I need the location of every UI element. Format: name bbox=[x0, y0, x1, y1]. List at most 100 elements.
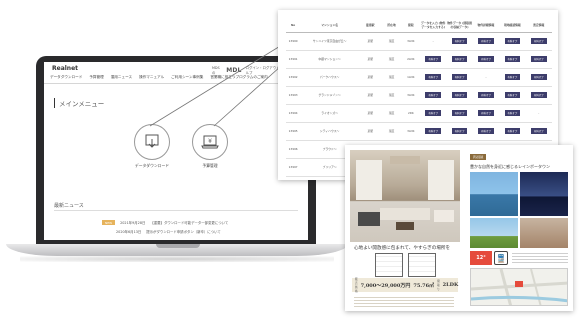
cell-option: 有料オプ bbox=[499, 86, 526, 105]
option-button[interactable]: 有料オプ bbox=[504, 92, 521, 98]
option-button[interactable]: 有料オプ bbox=[478, 128, 494, 134]
cell-area: 某区 bbox=[381, 68, 402, 87]
flyer-right-page: 周辺環境 豊かな自然を身近に感じるレインボータウン 12° 🚆 bbox=[466, 150, 570, 310]
cell-no: 13996 bbox=[286, 140, 301, 159]
cell-option: 有料オプ bbox=[446, 122, 473, 141]
cell-no: 13993 bbox=[286, 86, 301, 105]
option-button[interactable]: 有料オプ bbox=[530, 38, 547, 44]
option-button[interactable]: 有料オプ bbox=[425, 92, 441, 98]
cell-station: 某駅 bbox=[359, 68, 382, 87]
cell-no: 13990 bbox=[286, 32, 301, 51]
option-button[interactable]: 有料オプ bbox=[504, 74, 521, 80]
cell-option: - bbox=[472, 68, 500, 87]
table-row[interactable]: 13992 パークハウス〜 某駅 某区 1LDK 有料オプ 有料オプ - 有料オプ 有料オプ bbox=[286, 68, 552, 87]
cell-area: 某区 bbox=[381, 50, 402, 69]
option-button[interactable]: 有料オプ bbox=[530, 92, 547, 98]
cell-name: シティハウス〜 bbox=[300, 122, 360, 141]
cell-no: 13997 bbox=[286, 158, 301, 177]
option-button[interactable]: 有料オプ bbox=[425, 74, 441, 80]
cell-area: 某区 bbox=[381, 104, 402, 123]
cell-option: 有料オプ bbox=[472, 86, 500, 105]
floor-plans bbox=[354, 253, 456, 277]
table-row[interactable]: 13994 ライオンズ〜 某駅 某区 2DK 有料オプ 有料オプ 有料オプ 有料オプ - bbox=[286, 104, 552, 123]
option-button[interactable]: 有料オプ bbox=[451, 74, 468, 80]
train-icon: 🚆 bbox=[494, 251, 508, 265]
table-row[interactable]: 13991 中銀マンション〜 某駅 某区 2LDK 有料オプ 有料オプ 有料オプ 有料オプ 有料オ… bbox=[286, 50, 552, 69]
table-row[interactable]: 13995 シティハウス〜 某駅 某区 3LDK 有料オプ 有料オプ 有料オプ 有料オプ 有料オプ bbox=[286, 122, 552, 141]
cell-option: 有料オプ bbox=[419, 122, 447, 141]
option-button[interactable]: 有料オプ bbox=[530, 56, 547, 62]
living-room-photo bbox=[350, 150, 460, 242]
floor-plan bbox=[407, 253, 436, 277]
option-button[interactable]: 有料オプ bbox=[425, 110, 441, 116]
info-table bbox=[354, 295, 454, 309]
col-header: 査定情報 bbox=[525, 18, 552, 33]
flyer-left-page: 心地よい開放感に包まれて、やすらぎの場所を 販売価格 7,000〜29,000万… bbox=[350, 150, 460, 310]
col-header: データを入力 (物件データを入力する) bbox=[419, 18, 447, 33]
col-header: 間取 bbox=[401, 18, 420, 33]
table-row[interactable]: 13993 グランドメゾン〜 某駅 某区 3LDK 有料オプ 有料オプ 有料オプ 有料オプ 有料オ… bbox=[286, 86, 552, 105]
option-button[interactable]: 有料オプ bbox=[504, 110, 521, 116]
floor-plan bbox=[374, 253, 403, 277]
option-button[interactable]: 有料オプ bbox=[478, 56, 494, 62]
cell-plan: 3LDK bbox=[401, 32, 420, 51]
cell-area: 某区 bbox=[381, 32, 402, 51]
cell-option: 有料オプ bbox=[472, 104, 500, 123]
option-button[interactable]: 有料オプ bbox=[478, 92, 494, 98]
layout-value: 2LDK bbox=[442, 282, 459, 288]
option-button[interactable]: 有料オプ bbox=[425, 56, 441, 62]
cell-option: 有料オプ bbox=[472, 32, 500, 51]
option-button[interactable]: 有料オプ bbox=[478, 38, 494, 44]
cell-option: 有料オプ bbox=[446, 32, 473, 51]
cell-no: 13998 bbox=[286, 176, 301, 180]
cell-option: 有料オプ bbox=[525, 32, 552, 51]
cell-option: 有料オプ bbox=[472, 122, 500, 141]
cell-option: 有料オプ bbox=[446, 86, 473, 105]
option-button[interactable]: 有料オプ bbox=[504, 128, 521, 134]
cell-no: 13991 bbox=[286, 50, 301, 69]
option-button[interactable]: 有料オプ bbox=[504, 56, 521, 62]
option-button[interactable]: 有料オプ bbox=[451, 110, 468, 116]
option-button[interactable]: 有料オプ bbox=[451, 56, 468, 62]
cell-plan: 2LDK bbox=[401, 50, 420, 69]
cell-name: グランドメゾン〜 bbox=[300, 86, 360, 105]
cell-no: 13994 bbox=[286, 104, 301, 123]
col-header: 物件詳細情報 bbox=[472, 18, 500, 33]
cell-option: 有料オプ bbox=[419, 86, 447, 105]
option-button[interactable]: 有料オプ bbox=[478, 110, 494, 116]
cell-option: 有料オプ bbox=[499, 104, 526, 123]
cell-area: 某区 bbox=[381, 86, 402, 105]
flyer-catchcopy: 心地よい開放感に包まれて、やすらぎの場所を bbox=[354, 246, 451, 251]
night-bridge-photo bbox=[520, 172, 568, 216]
cell-name: ライオンズ〜 bbox=[300, 104, 360, 123]
option-button[interactable]: 有料オプ bbox=[451, 128, 468, 134]
flyer-headline: 豊かな自然を身近に感じるレインボータウン bbox=[470, 164, 550, 169]
cell-name: 中銀マンション〜 bbox=[300, 50, 360, 69]
temperature-badge: 12° bbox=[470, 251, 492, 265]
cell-option: - bbox=[419, 32, 447, 51]
price-box: 販売価格 7,000〜29,000万円 75.76㎡ 間取り 2LDK bbox=[352, 278, 459, 293]
option-button[interactable]: 有料オプ bbox=[530, 128, 547, 134]
price-label: 販売価格 bbox=[355, 278, 358, 293]
cell-no: 13992 bbox=[286, 68, 301, 87]
col-header: 所在地 bbox=[381, 18, 402, 33]
cell-plan: 3LDK bbox=[401, 122, 420, 141]
cell-station: 某駅 bbox=[359, 86, 382, 105]
street-photo bbox=[520, 218, 568, 248]
table-row[interactable]: 13990 サンハイツ東京自由が丘〜 某駅 某区 3LDK - 有料オプ 有料オプ 有料オプ 有料… bbox=[286, 32, 552, 51]
col-header: 現地確認情報 bbox=[499, 18, 526, 33]
cell-station: 某駅 bbox=[359, 50, 382, 69]
cell-no: 13995 bbox=[286, 122, 301, 141]
area-map bbox=[470, 268, 568, 306]
option-button[interactable]: 有料オプ bbox=[451, 92, 468, 98]
body-text bbox=[512, 251, 568, 265]
col-header: 物件データ (間取図の収納データ) bbox=[446, 18, 473, 33]
cell-option: 有料オプ bbox=[419, 68, 447, 87]
option-button[interactable]: 有料オプ bbox=[425, 128, 441, 134]
option-button[interactable]: 有料オプ bbox=[451, 38, 468, 44]
option-button[interactable]: 有料オプ bbox=[504, 38, 521, 44]
cell-option: 有料オプ bbox=[499, 122, 526, 141]
option-button[interactable]: 有料オプ bbox=[530, 74, 547, 80]
cell-option: 有料オプ bbox=[419, 104, 447, 123]
cell-option: 有料オプ bbox=[419, 50, 447, 69]
